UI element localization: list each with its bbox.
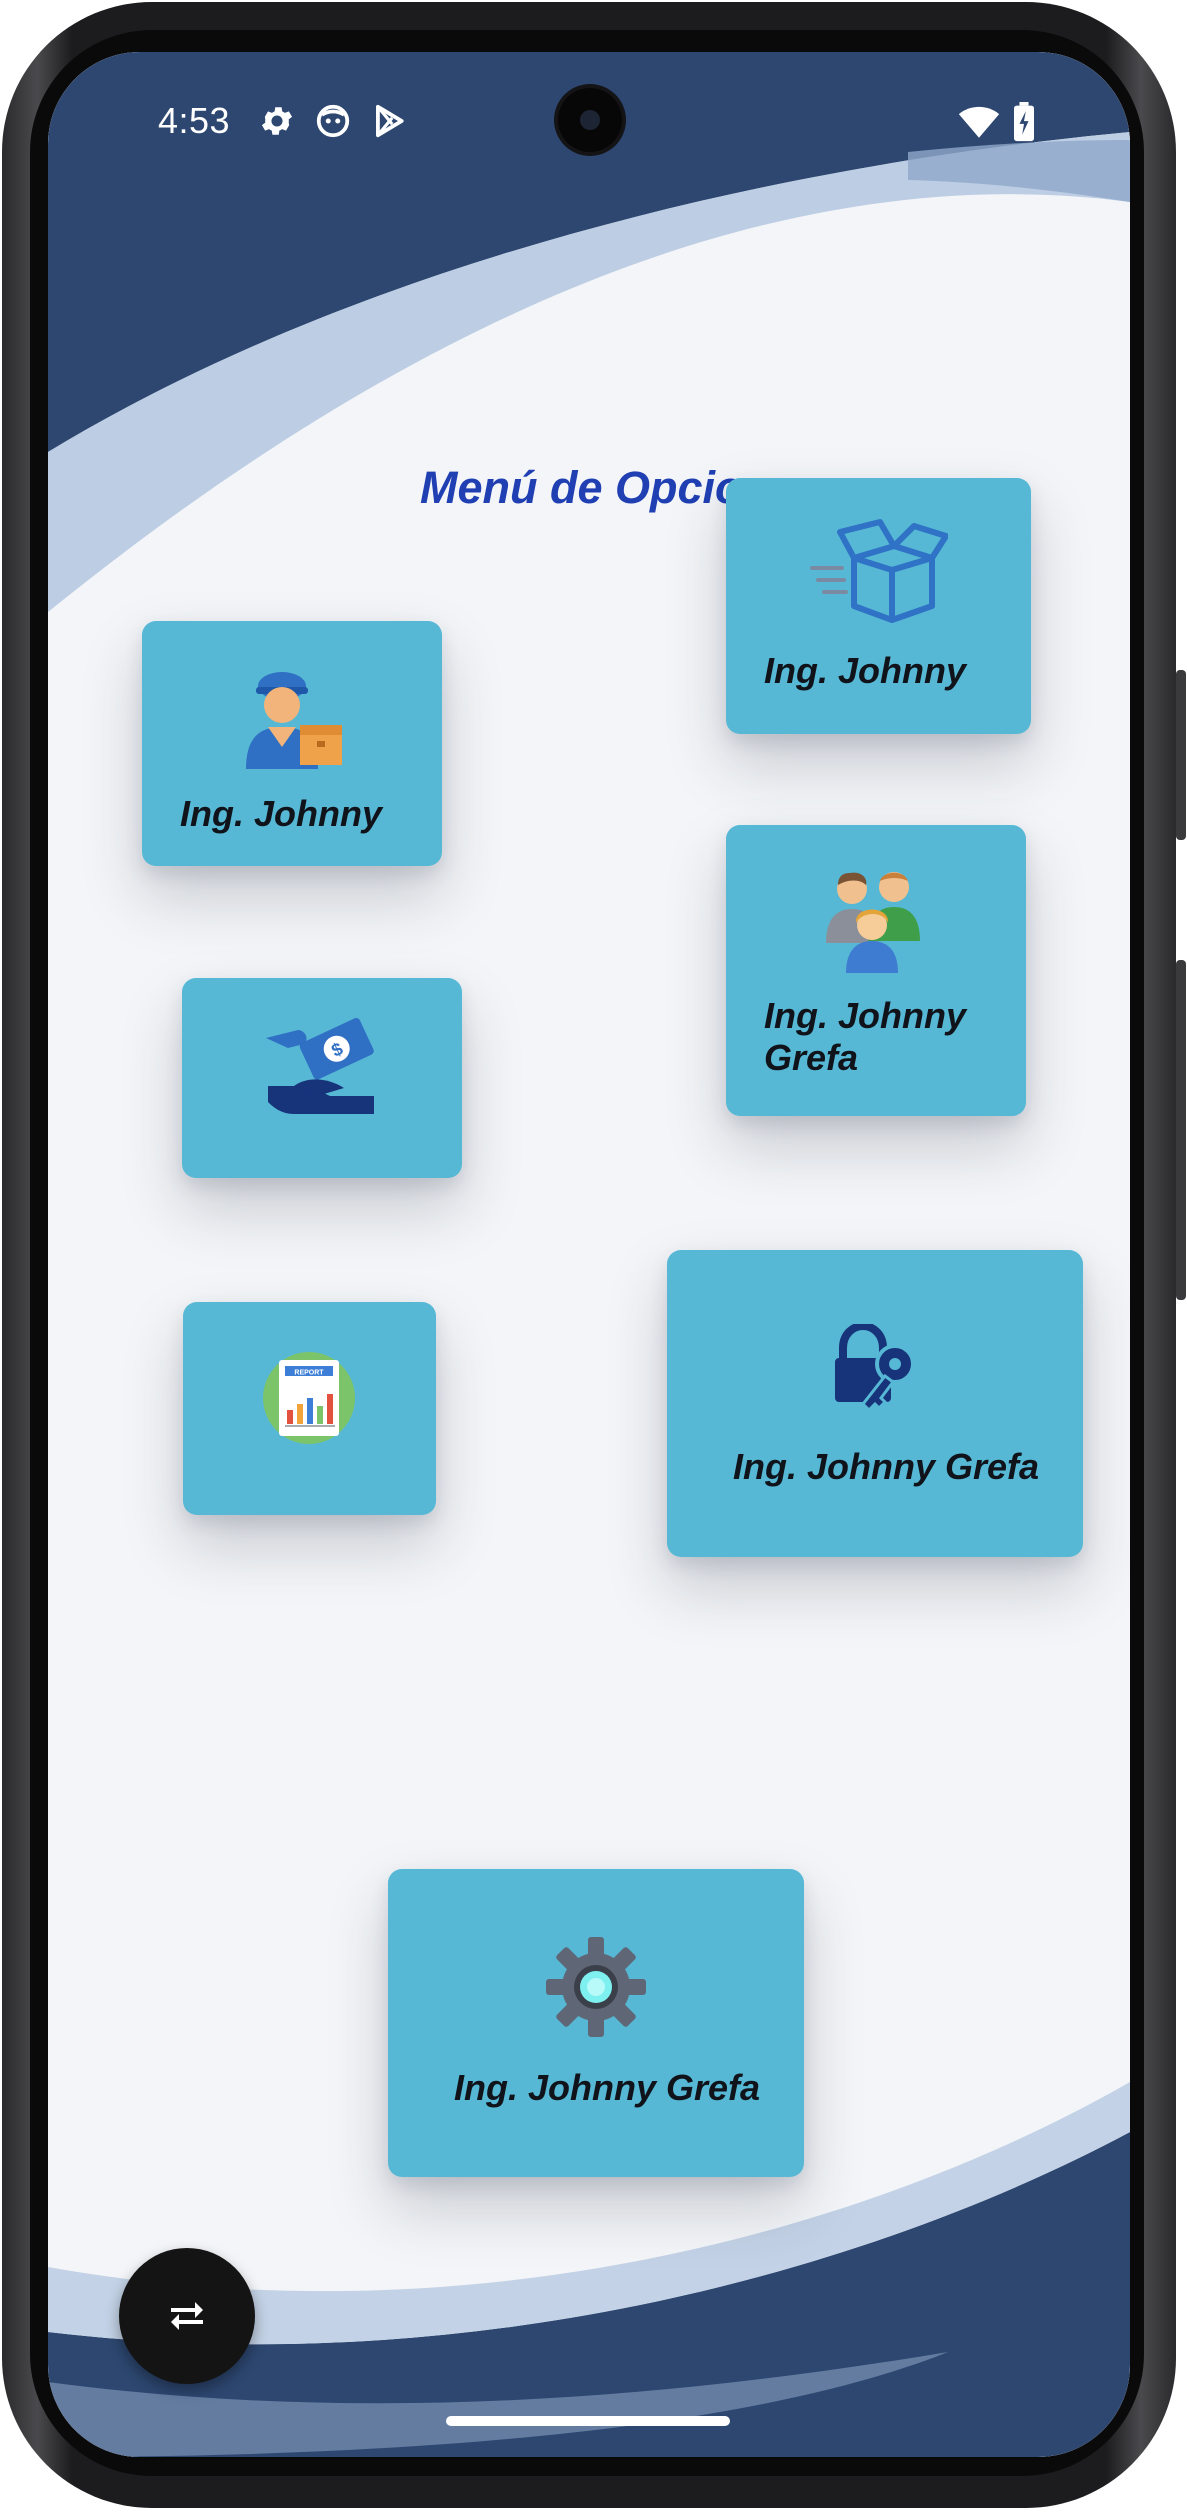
- card-label: Ing. Johnny Grefa: [764, 995, 966, 1078]
- lock-key-icon: [835, 1324, 915, 1410]
- menu-card-employees[interactable]: Ing. Johnny: [142, 621, 442, 866]
- home-indicator[interactable]: [446, 2416, 730, 2426]
- power-button: [1176, 960, 1186, 1300]
- play-store-icon: [376, 104, 404, 138]
- card-label: Ing. Johnny Grefa: [454, 2067, 761, 2108]
- card-label: Ing. Johnny: [764, 650, 966, 691]
- menu-card-reports[interactable]: REPORT: [183, 1302, 436, 1515]
- menu-card-settings[interactable]: Ing. Johnny Grefa: [388, 1869, 804, 2177]
- report-chart-icon: REPORT: [263, 1352, 355, 1444]
- menu-card-clients[interactable]: Ing. Johnny Grefa: [726, 825, 1026, 1116]
- delivery-worker-icon: [246, 672, 342, 769]
- wifi-icon: [958, 106, 1000, 138]
- volume-button: [1176, 670, 1186, 840]
- front-camera: [558, 88, 622, 152]
- card-label: Ing. Johnny Grefa: [733, 1446, 1040, 1487]
- app-screen: 4:53 Menú de Opcio Ing. Johnny Ing. John…: [48, 52, 1130, 2457]
- menu-card-products[interactable]: Ing. Johnny: [726, 478, 1031, 734]
- page-title: Menú de Opcio: [420, 462, 743, 513]
- status-bar: 4:53: [48, 52, 1130, 192]
- card-label: Ing. Johnny: [180, 793, 382, 834]
- money-hand-icon: $: [266, 1017, 374, 1114]
- open-box-icon: [810, 519, 948, 623]
- status-time: 4:53: [158, 100, 231, 141]
- rotate-icon: [171, 2302, 203, 2330]
- people-group-icon: [826, 872, 920, 973]
- gear-icon: [546, 1937, 646, 2037]
- menu-card-security[interactable]: Ing. Johnny Grefa: [667, 1250, 1083, 1557]
- menu-card-payments[interactable]: $: [182, 978, 462, 1178]
- gear-icon: [261, 107, 293, 135]
- svg-text:REPORT: REPORT: [294, 1370, 324, 1377]
- android-icon: [316, 104, 350, 138]
- battery-charging-icon: [1014, 102, 1034, 142]
- rotate-fab-button[interactable]: [119, 2248, 255, 2384]
- phone-mockup: 4:53 Menú de Opcio Ing. Johnny Ing. John…: [0, 0, 1187, 2513]
